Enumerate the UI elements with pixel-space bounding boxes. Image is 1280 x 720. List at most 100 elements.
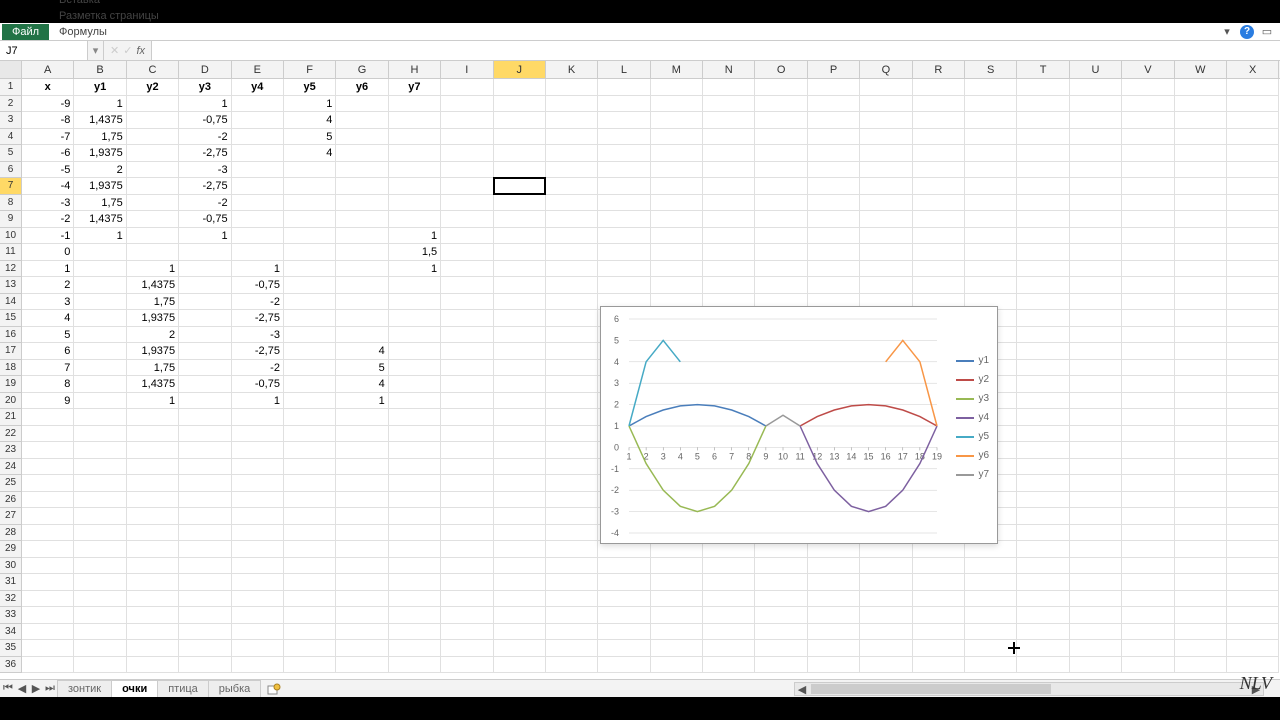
cell[interactable]: -3 <box>232 327 284 344</box>
cell[interactable] <box>389 525 441 542</box>
cell[interactable] <box>546 640 598 657</box>
cell[interactable]: 1,9375 <box>127 310 179 327</box>
cell[interactable] <box>1017 178 1069 195</box>
column-header[interactable]: L <box>598 61 650 78</box>
cell[interactable] <box>1175 343 1227 360</box>
cell[interactable] <box>232 96 284 113</box>
cell[interactable]: y5 <box>284 79 336 96</box>
cell[interactable] <box>494 492 546 509</box>
cell[interactable] <box>755 129 807 146</box>
cell[interactable] <box>755 145 807 162</box>
cell[interactable] <box>441 492 493 509</box>
cell[interactable] <box>965 178 1017 195</box>
cell[interactable] <box>1227 591 1279 608</box>
cell[interactable] <box>598 228 650 245</box>
cell[interactable]: x <box>22 79 74 96</box>
cell[interactable] <box>232 525 284 542</box>
cell[interactable] <box>965 607 1017 624</box>
cell[interactable] <box>1175 475 1227 492</box>
cell[interactable] <box>651 112 703 129</box>
cell[interactable] <box>389 657 441 674</box>
cell[interactable] <box>74 409 126 426</box>
cell[interactable] <box>1017 624 1069 641</box>
cell[interactable] <box>546 409 598 426</box>
cell[interactable] <box>651 591 703 608</box>
cell[interactable] <box>336 607 388 624</box>
cell[interactable]: 1 <box>389 228 441 245</box>
cell[interactable] <box>1227 112 1279 129</box>
cell[interactable] <box>808 96 860 113</box>
cell[interactable] <box>1227 145 1279 162</box>
row-header[interactable]: 33 <box>0 607 21 624</box>
cell[interactable] <box>389 129 441 146</box>
cell[interactable] <box>1122 162 1174 179</box>
cell[interactable] <box>74 327 126 344</box>
cell[interactable] <box>808 178 860 195</box>
cell[interactable] <box>284 541 336 558</box>
row-header[interactable]: 30 <box>0 558 21 575</box>
cell[interactable] <box>494 129 546 146</box>
cell[interactable]: -2 <box>179 129 231 146</box>
cell[interactable] <box>179 591 231 608</box>
cell[interactable] <box>598 211 650 228</box>
row-header[interactable]: 23 <box>0 442 21 459</box>
cell[interactable] <box>1122 195 1174 212</box>
cell[interactable]: 1 <box>232 261 284 278</box>
horizontal-scrollbar[interactable]: ◀ ▶ <box>794 682 1264 696</box>
cell[interactable] <box>494 393 546 410</box>
cell[interactable] <box>336 525 388 542</box>
cell[interactable] <box>965 145 1017 162</box>
cell[interactable] <box>546 211 598 228</box>
cell[interactable] <box>1070 459 1122 476</box>
cell[interactable] <box>127 475 179 492</box>
cell[interactable] <box>965 79 1017 96</box>
cell[interactable] <box>1175 79 1227 96</box>
cell[interactable] <box>1227 624 1279 641</box>
cell[interactable] <box>1122 211 1174 228</box>
cell[interactable] <box>598 657 650 674</box>
cell[interactable] <box>1122 624 1174 641</box>
cell[interactable] <box>546 442 598 459</box>
cell[interactable] <box>860 640 912 657</box>
cell[interactable]: 9 <box>22 393 74 410</box>
cell[interactable] <box>127 508 179 525</box>
cell[interactable]: -2 <box>232 360 284 377</box>
cell[interactable] <box>441 640 493 657</box>
row-header[interactable]: 11 <box>0 244 21 261</box>
cell[interactable] <box>913 211 965 228</box>
cell[interactable] <box>74 376 126 393</box>
scroll-left-icon[interactable]: ◀ <box>795 683 809 695</box>
cell[interactable] <box>755 657 807 674</box>
cell[interactable] <box>22 624 74 641</box>
cell[interactable] <box>1227 96 1279 113</box>
cell[interactable] <box>494 657 546 674</box>
cell[interactable] <box>179 442 231 459</box>
cell[interactable] <box>441 327 493 344</box>
cell[interactable] <box>1017 459 1069 476</box>
cell[interactable] <box>232 558 284 575</box>
sheet-nav-next-icon[interactable]: ▶ <box>30 682 42 696</box>
cell[interactable] <box>1175 96 1227 113</box>
cell[interactable] <box>598 195 650 212</box>
cell[interactable] <box>703 228 755 245</box>
cell[interactable]: y3 <box>179 79 231 96</box>
cell[interactable] <box>1227 360 1279 377</box>
cell[interactable] <box>441 426 493 443</box>
ribbon-tab[interactable]: Вставка <box>49 0 169 8</box>
cell[interactable] <box>546 426 598 443</box>
cell[interactable] <box>389 640 441 657</box>
cell[interactable] <box>598 591 650 608</box>
cell[interactable] <box>494 591 546 608</box>
cell[interactable] <box>389 508 441 525</box>
cell[interactable] <box>1070 327 1122 344</box>
cell[interactable] <box>808 162 860 179</box>
cell[interactable] <box>860 574 912 591</box>
cell[interactable] <box>1017 508 1069 525</box>
cell[interactable] <box>232 607 284 624</box>
cell[interactable] <box>179 574 231 591</box>
cell[interactable]: -2 <box>22 211 74 228</box>
cell[interactable] <box>1122 178 1174 195</box>
cell[interactable] <box>1070 277 1122 294</box>
row-header[interactable]: 26 <box>0 492 21 509</box>
cell[interactable] <box>441 310 493 327</box>
